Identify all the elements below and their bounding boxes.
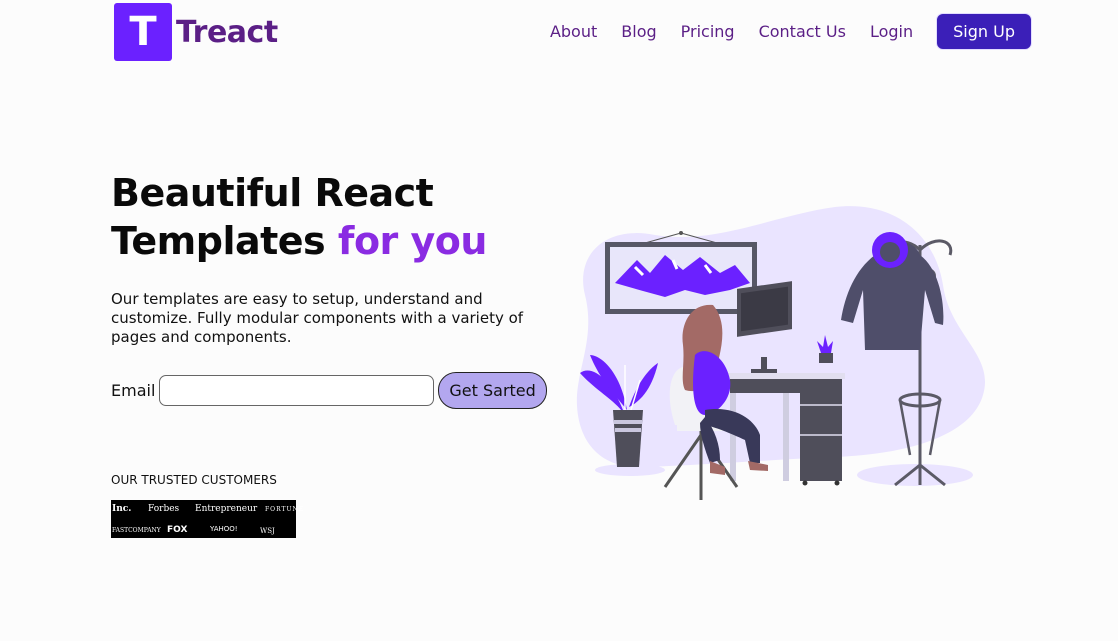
nav-link-pricing[interactable]: Pricing [681,22,735,41]
wall-painting [605,231,757,314]
logo-wsj: WSJ [260,527,275,535]
email-input[interactable] [159,375,435,406]
logo-letter: T [129,9,157,55]
logo-mark: T [114,3,172,61]
hero-illustration [576,206,986,500]
email-form: Email Get Sarted [111,372,547,409]
logo-entrepreneur: Entrepreneur [195,504,258,514]
nav-link-blog[interactable]: Blog [621,22,656,41]
trusted-customers-heading: OUR TRUSTED CUSTOMERS [111,473,277,487]
logo-forbes: Forbes [148,504,180,514]
logo-fastcompany: FASTCOMPANY [112,527,161,534]
hero-title-line2: Templates [111,219,326,263]
get-started-button[interactable]: Get Sarted [438,372,547,409]
logo-fox: FOX [167,525,188,535]
nav-link-contact[interactable]: Contact Us [759,22,846,41]
hero-title: Beautiful React Templates for you [111,169,551,265]
main-nav: About Blog Pricing Contact Us Login Sign… [550,14,1031,49]
brand-logo[interactable]: T Treact [114,3,278,61]
logo-yahoo: YAHOO! [210,525,238,533]
signup-button[interactable]: Sign Up [937,14,1031,49]
brand-name: Treact [176,14,278,50]
email-label: Email [111,381,156,400]
hero-title-line1: Beautiful React [111,171,434,215]
hero-title-accent: for you [337,219,488,263]
nav-link-about[interactable]: About [550,22,597,41]
hero-description: Our templates are easy to setup, underst… [111,290,524,346]
nav-link-login[interactable]: Login [870,22,913,41]
customer-logos: Inc. Forbes Entrepreneur FORTUNE FASTCOM… [111,500,303,538]
logo-inc: Inc. [112,504,132,514]
logo-fortune: FORTUNE [265,506,305,513]
